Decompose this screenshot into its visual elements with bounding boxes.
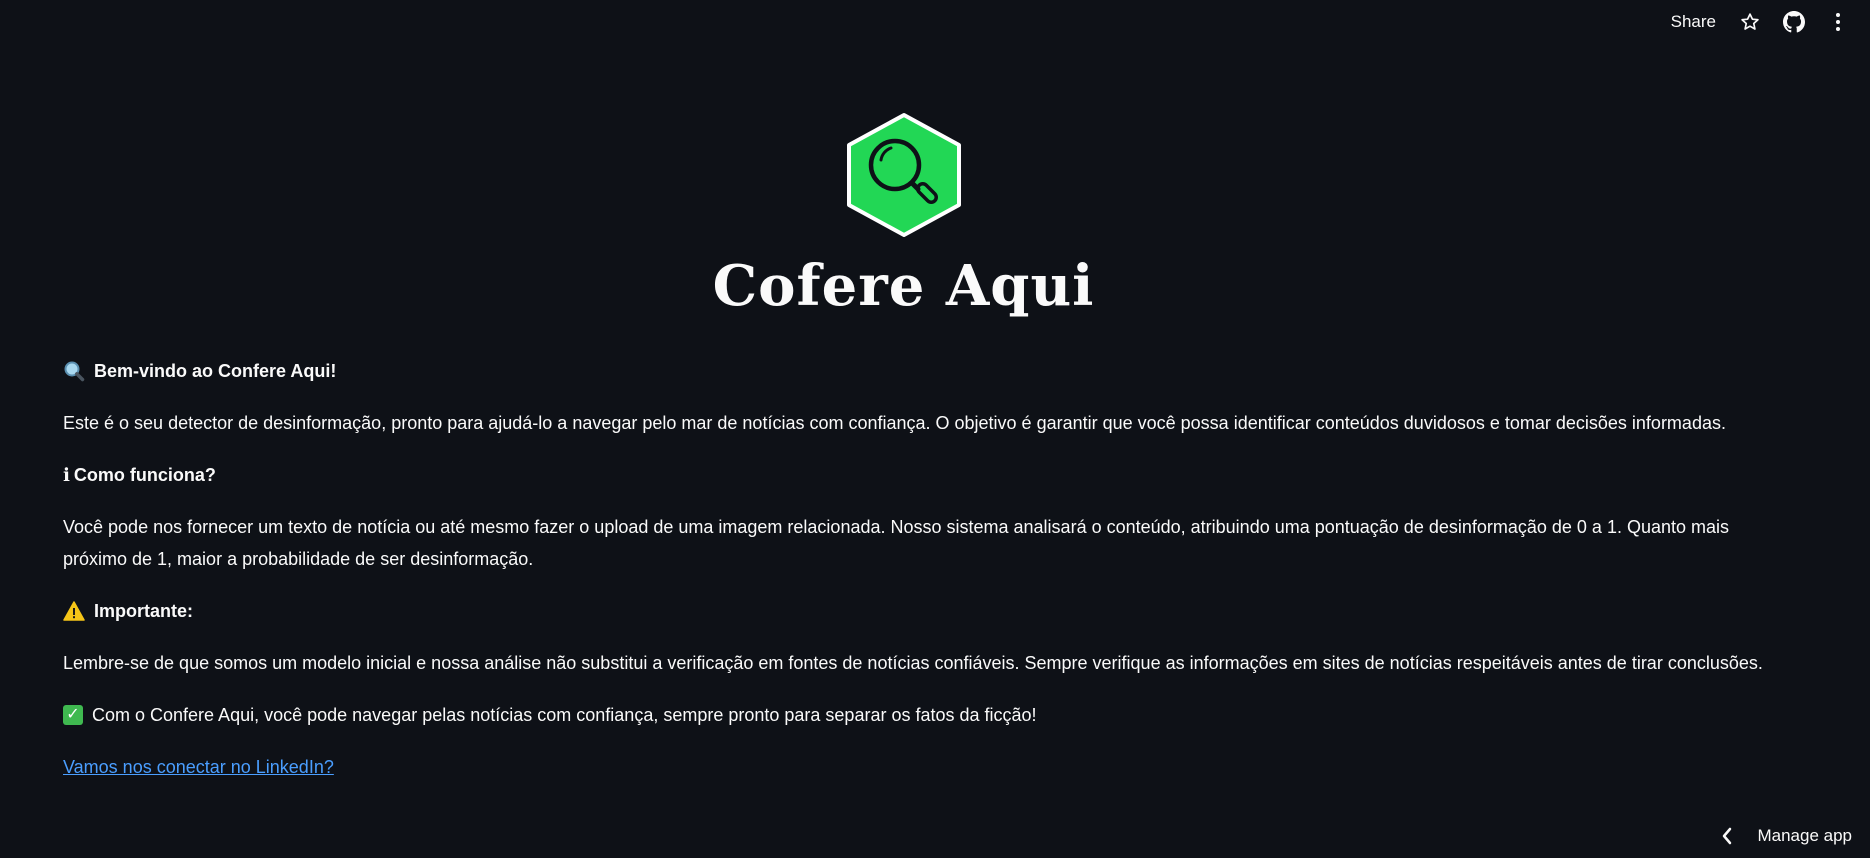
share-button[interactable]: Share [1659,6,1728,38]
app-logo: Cofere Aqui [0,110,1807,314]
closing-line: ✓ Com o Confere Aqui, você pode navegar … [63,699,1763,731]
main-content: Bem-vindo ao Confere Aqui! Este é o seu … [63,355,1763,803]
important-heading: Importante: [63,595,1763,627]
check-icon: ✓ [63,705,83,725]
more-vertical-icon[interactable] [1827,11,1849,33]
linkedin-link[interactable]: Vamos nos conectar no LinkedIn? [63,757,334,777]
github-icon[interactable] [1783,11,1805,33]
how-heading-text: Como funciona? [73,465,216,485]
how-heading: ℹ Como funciona? [63,459,1763,491]
manage-app-label: Manage app [1757,826,1852,845]
chevron-left-icon [1721,827,1733,845]
welcome-heading: Bem-vindo ao Confere Aqui! [63,355,1763,387]
magnifier-icon [846,113,961,237]
magnifier-icon [64,361,85,382]
closing-text: Com o Confere Aqui, você pode navegar pe… [92,705,1037,725]
important-heading-text: Importante: [94,601,193,621]
how-paragraph: Você pode nos fornecer um texto de notíc… [63,517,1730,569]
welcome-text: Bem-vindo ao Confere Aqui! [94,361,337,381]
manage-app-button[interactable]: Manage app [1721,826,1852,846]
important-paragraph: Lembre-se de que somos um modelo inicial… [63,653,1763,673]
warning-icon [63,601,85,621]
linkedin-line: Vamos nos conectar no LinkedIn? [63,751,1763,783]
info-icon: ℹ [63,465,70,485]
star-icon[interactable] [1739,11,1761,33]
logo-title: Cofere Aqui [712,253,1095,319]
top-toolbar: Share [1659,0,1870,44]
intro-paragraph: Este é o seu detector de desinformação, … [63,413,1726,433]
